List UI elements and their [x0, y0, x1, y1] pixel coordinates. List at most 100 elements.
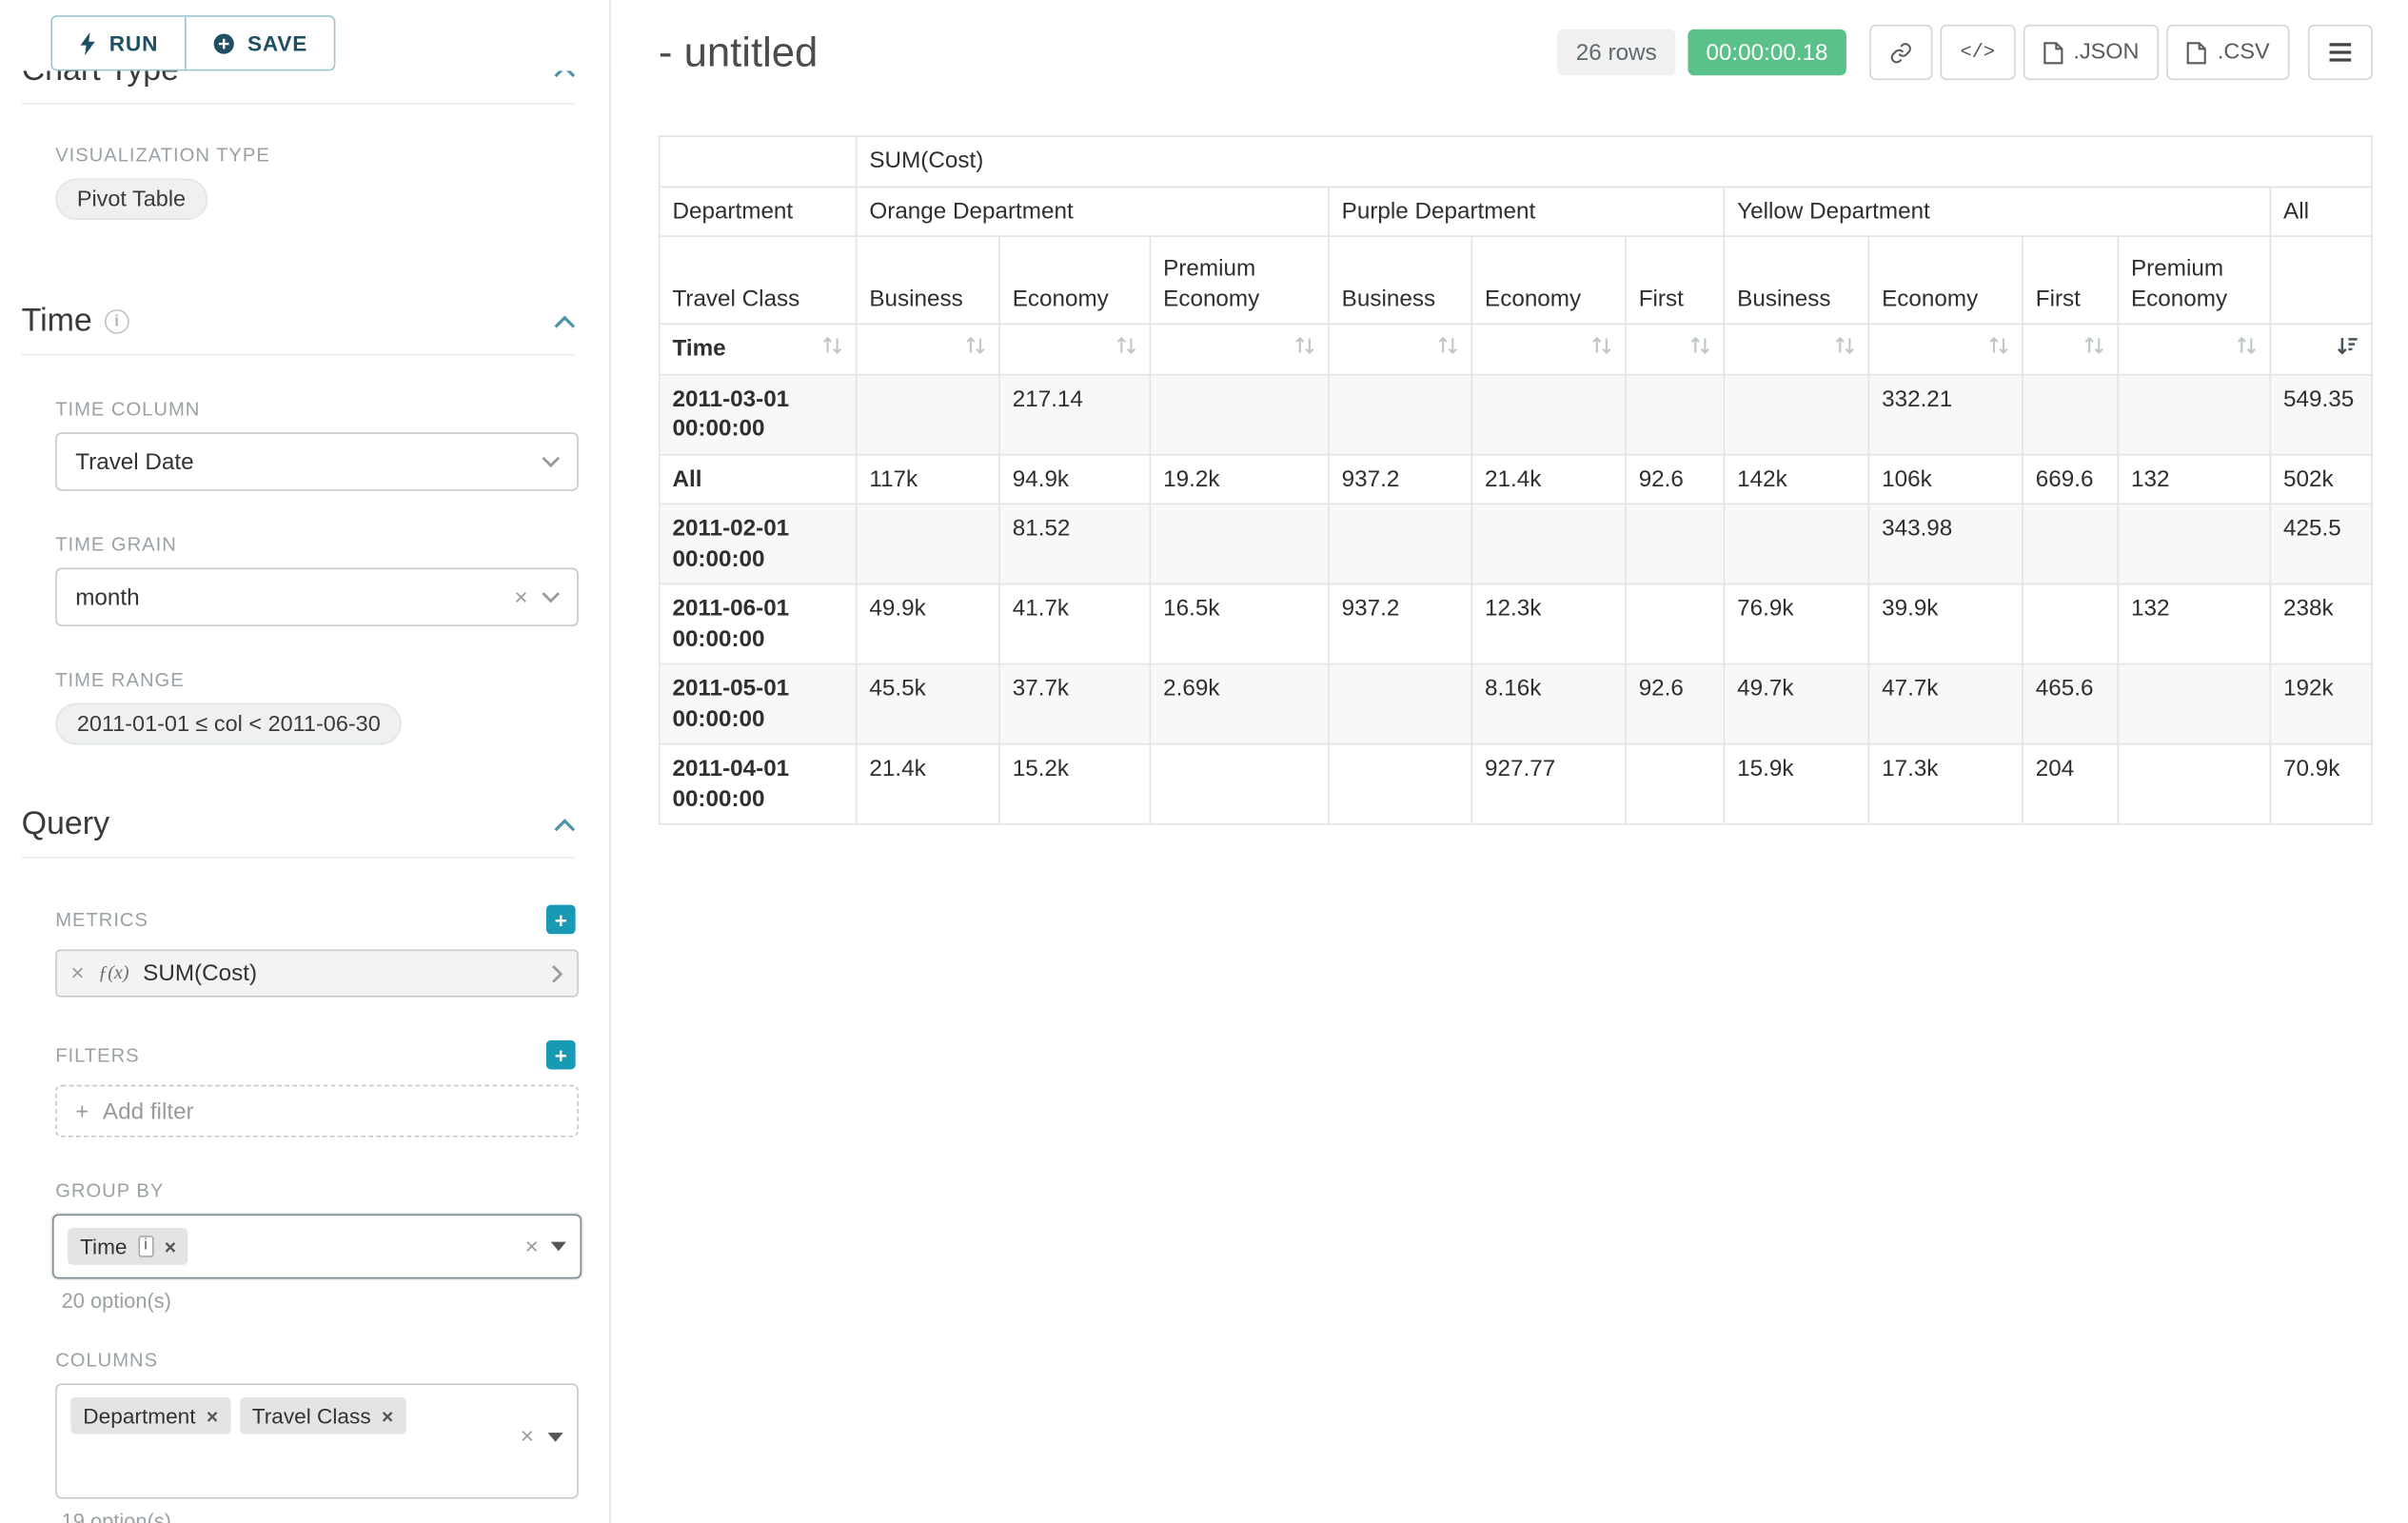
travel-class-header: Business: [1724, 236, 1868, 324]
pivot-cell: 132: [2118, 584, 2270, 664]
pivot-table-container: SUM(Cost)DepartmentOrange DepartmentPurp…: [659, 135, 2373, 824]
chevron-up-icon[interactable]: [554, 315, 576, 329]
pivot-cell: 332.21: [1868, 374, 2023, 454]
row-header: 2011-02-01 00:00:00: [660, 504, 857, 583]
menu-button[interactable]: [2308, 25, 2373, 80]
travel-class-header: Economy: [999, 236, 1150, 324]
tag-label: Department: [83, 1403, 195, 1428]
remove-metric-icon[interactable]: ×: [70, 961, 84, 984]
sort-icon[interactable]: [1988, 335, 2010, 360]
time-range-pill[interactable]: 2011-01-01 ≤ col < 2011-06-30: [55, 703, 402, 745]
viz-type-pill[interactable]: Pivot Table: [55, 179, 207, 221]
pivot-cell: [1471, 374, 1626, 454]
tag-label: Time: [80, 1235, 127, 1259]
sort-icon[interactable]: [2083, 335, 2105, 360]
pivot-row: 2011-05-01 00:00:0045.5k37.7k2.69k8.16k9…: [660, 664, 2372, 744]
pivot-table: SUM(Cost)DepartmentOrange DepartmentPurp…: [659, 135, 2373, 824]
pivot-cell: 21.4k: [857, 744, 999, 824]
sort-icon[interactable]: [1294, 335, 1316, 360]
pivot-cell: 142k: [1724, 454, 1868, 504]
time-column-label: TIME COLUMN: [55, 399, 609, 421]
chart-header: - untitled 26 rows 00:00:00.18 </> .JSON: [659, 22, 2373, 84]
travel-class-header: [2270, 236, 2372, 324]
add-metric-button[interactable]: +: [546, 905, 576, 935]
column-info-icon[interactable]: i: [138, 1236, 154, 1257]
selected-option-tag[interactable]: Timei ×: [68, 1228, 188, 1265]
row-header: All: [660, 454, 857, 504]
remove-tag-icon[interactable]: ×: [382, 1404, 393, 1427]
control-panel: RUN SAVE Chart Type VISUALIZATION TYPE P…: [0, 0, 611, 1523]
caret-down-icon[interactable]: [548, 1432, 563, 1441]
pivot-cell: 19.2k: [1150, 454, 1329, 504]
save-button[interactable]: SAVE: [185, 17, 334, 69]
pivot-sort-cell: [1471, 324, 1626, 374]
add-filter-button[interactable]: + Add filter: [55, 1085, 579, 1137]
chart-title[interactable]: - untitled: [659, 22, 818, 84]
row-header: 2011-04-01 00:00:00: [660, 744, 857, 824]
pivot-cell: 106k: [1868, 454, 2023, 504]
chart-area: - untitled 26 rows 00:00:00.18 </> .JSON: [611, 0, 2408, 1523]
pivot-cell: [2118, 504, 2270, 583]
remove-tag-icon[interactable]: ×: [165, 1235, 176, 1257]
pivot-sort-cell: [857, 324, 999, 374]
sort-icon[interactable]: [1834, 335, 1856, 360]
time-column-select[interactable]: Travel Date: [55, 432, 579, 490]
pivot-cell: 41.7k: [999, 584, 1150, 664]
run-button[interactable]: RUN: [52, 17, 185, 69]
pivot-cell: 937.2: [1329, 454, 1471, 504]
view-query-button[interactable]: </>: [1941, 25, 2015, 80]
clear-icon[interactable]: ×: [521, 1425, 534, 1448]
clear-icon[interactable]: ×: [525, 1235, 539, 1257]
file-icon: [2187, 41, 2207, 64]
pivot-cell: 70.9k: [2270, 744, 2372, 824]
sort-icon[interactable]: [1437, 335, 1459, 360]
add-filter-plus-button[interactable]: +: [546, 1040, 576, 1070]
pivot-sort-cell: [2023, 324, 2118, 374]
chevron-down-icon: [542, 591, 560, 603]
metric-item[interactable]: × ƒ(x) SUM(Cost): [55, 949, 579, 997]
pivot-sort-cell: [2270, 324, 2372, 374]
metrics-label: METRICS: [55, 909, 148, 931]
pivot-sort-cell: [1626, 324, 1724, 374]
pivot-cell: 465.6: [2023, 664, 2118, 744]
travel-class-header: Business: [857, 236, 999, 324]
query-section-header[interactable]: Query: [22, 803, 576, 859]
department-group-header: All: [2270, 187, 2372, 237]
sort-icon[interactable]: [965, 335, 987, 360]
code-icon: </>: [1961, 42, 1995, 64]
pivot-cell: 204: [2023, 744, 2118, 824]
group-by-select[interactable]: Timei × ×: [52, 1215, 582, 1279]
travel-class-header: Economy: [1868, 236, 2023, 324]
sort-icon[interactable]: [2236, 335, 2258, 360]
row-header: 2011-06-01 00:00:00: [660, 584, 857, 664]
pivot-cell: 343.98: [1868, 504, 2023, 583]
superset-explore-page: RUN SAVE Chart Type VISUALIZATION TYPE P…: [0, 0, 2408, 1523]
time-section-header[interactable]: Time i: [22, 300, 576, 355]
sort-icon[interactable]: [1591, 335, 1613, 360]
export-csv-button[interactable]: .CSV: [2167, 25, 2290, 80]
short-url-button[interactable]: [1869, 25, 1932, 80]
selected-option-tag[interactable]: Travel Class×: [240, 1397, 405, 1434]
clear-icon[interactable]: ×: [514, 585, 527, 608]
columns-select[interactable]: Department×Travel Class× ×: [55, 1383, 579, 1498]
export-json-button[interactable]: .JSON: [2023, 25, 2159, 80]
pivot-cell: [2023, 504, 2118, 583]
sort-icon[interactable]: [1115, 335, 1137, 360]
time-grain-select[interactable]: month ×: [55, 568, 579, 626]
travel-class-header: First: [2023, 236, 2118, 324]
json-button-label: .JSON: [2073, 40, 2139, 65]
pivot-cell: [2023, 374, 2118, 454]
pivot-sort-cell: [1724, 324, 1868, 374]
selected-option-tag[interactable]: Department ×: [70, 1397, 230, 1434]
save-label: SAVE: [247, 30, 307, 55]
chevron-up-icon[interactable]: [554, 818, 576, 832]
pivot-row: 2011-03-01 00:00:00217.14332.21549.35: [660, 374, 2372, 454]
sort-icon[interactable]: [821, 335, 843, 360]
caret-down-icon[interactable]: [551, 1242, 566, 1252]
pivot-cell: [2023, 584, 2118, 664]
remove-tag-icon[interactable]: ×: [207, 1404, 218, 1427]
sort-icon[interactable]: [1689, 335, 1711, 360]
pivot-cell: 21.4k: [1471, 454, 1626, 504]
group-by-options-count: 20 option(s): [62, 1290, 610, 1313]
sort-descending-icon[interactable]: [2336, 335, 2359, 360]
